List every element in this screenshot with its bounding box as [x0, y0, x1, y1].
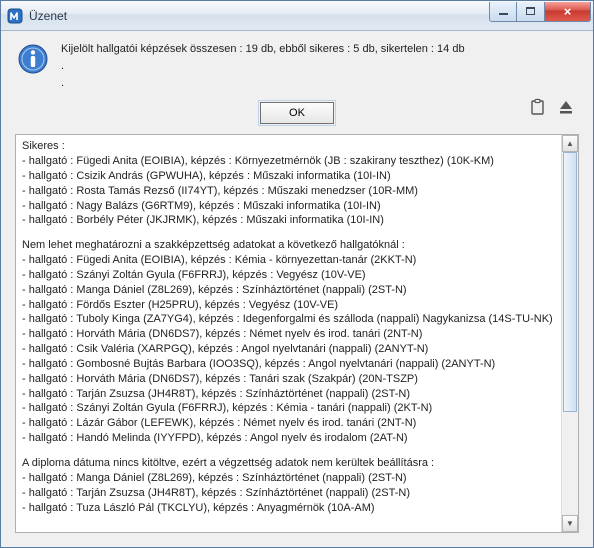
minimize-button[interactable]	[489, 2, 517, 22]
list-item: - hallgató : Tarján Zsuzsa (JH4R8T), kép…	[22, 486, 555, 501]
list-item: - hallgató : Szányi Zoltán Gyula (F6FRRJ…	[22, 268, 555, 283]
maximize-button[interactable]	[517, 2, 545, 22]
window-controls: ×	[489, 2, 591, 22]
message-body: Sikeres : - hallgató : Fügedi Anita (EOI…	[16, 135, 561, 532]
button-row: OK	[1, 98, 593, 134]
dialog-window: Üzenet × Kijelölt hallgatói képzések öss…	[0, 0, 594, 548]
close-button[interactable]: ×	[545, 2, 591, 22]
section-heading-diploma: A diploma dátuma nincs kitöltve, ezért a…	[22, 456, 555, 471]
list-item: - hallgató : Handó Melinda (IYYFPD), kép…	[22, 431, 555, 446]
clipboard-icon[interactable]	[529, 98, 547, 116]
summary-dot: .	[61, 58, 577, 75]
list-item: - hallgató : Nagy Balázs (G6RTM9), képzé…	[22, 199, 555, 214]
scroll-thumb[interactable]	[563, 152, 577, 412]
info-icon	[17, 43, 49, 75]
list-item: - hallgató : Csizik András (GPWUHA), kép…	[22, 169, 555, 184]
ok-button[interactable]: OK	[260, 102, 334, 124]
summary-dot: .	[61, 75, 577, 92]
list-item: - hallgató : Horváth Mária (DN6DS7), kép…	[22, 372, 555, 387]
titlebar[interactable]: Üzenet ×	[1, 1, 593, 31]
list-item: - hallgató : Manga Dániel (Z8L269), képz…	[22, 471, 555, 486]
list-item: - hallgató : Rosta Tamás Rezső (II74YT),…	[22, 184, 555, 199]
vertical-scrollbar[interactable]: ▲ ▼	[561, 135, 578, 532]
section-heading-cannot: Nem lehet meghatározni a szakképzettség …	[22, 238, 555, 253]
list-item: - hallgató : Tuza László Pál (TKCLYU), k…	[22, 501, 555, 516]
list-item: - hallgató : Borbély Péter (JKJRMK), kép…	[22, 213, 555, 228]
scroll-down-button[interactable]: ▼	[562, 515, 578, 532]
message-header: Kijelölt hallgatói képzések összesen : 1…	[1, 31, 593, 98]
list-item: - hallgató : Fügedi Anita (EOIBIA), képz…	[22, 253, 555, 268]
app-icon	[7, 8, 23, 24]
list-item: - hallgató : Lázár Gábor (LEFEWK), képzé…	[22, 416, 555, 431]
list-item: - hallgató : Szányi Zoltán Gyula (F6FRRJ…	[22, 401, 555, 416]
summary-text: Kijelölt hallgatói képzések összesen : 1…	[61, 41, 577, 92]
message-body-panel: Sikeres : - hallgató : Fügedi Anita (EOI…	[15, 134, 579, 533]
list-item: - hallgató : Fügedi Anita (EOIBIA), képz…	[22, 154, 555, 169]
list-item: - hallgató : Horváth Mária (DN6DS7), kép…	[22, 327, 555, 342]
list-item: - hallgató : Fördős Eszter (H25PRU), kép…	[22, 298, 555, 313]
summary-line: Kijelölt hallgatói képzések összesen : 1…	[61, 41, 577, 58]
list-item: - hallgató : Csik Valéria (XARPGQ), képz…	[22, 342, 555, 357]
list-item: - hallgató : Tarján Zsuzsa (JH4R8T), kép…	[22, 387, 555, 402]
window-title: Üzenet	[29, 9, 489, 23]
section-heading-success: Sikeres :	[22, 139, 555, 154]
scroll-up-button[interactable]: ▲	[562, 135, 578, 152]
list-item: - hallgató : Gombosné Bujtás Barbara (IO…	[22, 357, 555, 372]
list-item: - hallgató : Manga Dániel (Z8L269), képz…	[22, 283, 555, 298]
eject-icon[interactable]	[557, 98, 575, 116]
list-item: - hallgató : Tuboly Kinga (ZA7YG4), képz…	[22, 312, 555, 327]
